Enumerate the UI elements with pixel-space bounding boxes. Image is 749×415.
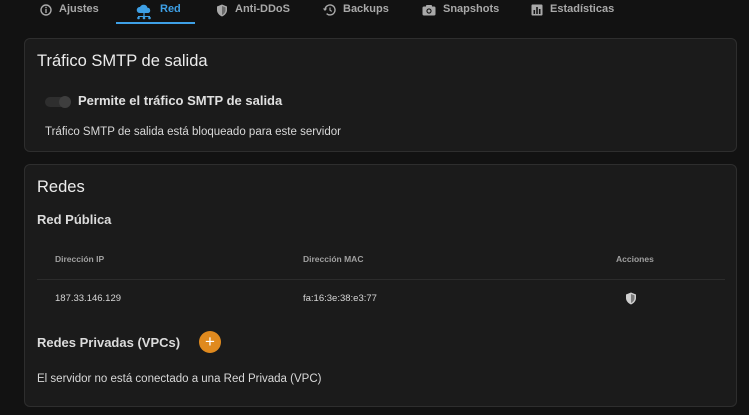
active-tab-indicator <box>116 22 195 24</box>
column-header-mac: Dirección MAC <box>303 254 364 264</box>
shield-icon[interactable] <box>625 292 637 305</box>
vpc-empty-message: El servidor no está conectado a una Red … <box>37 373 322 385</box>
private-network-title: Redes Privadas (VPCs) <box>37 335 181 350</box>
smtp-toggle[interactable] <box>45 96 71 108</box>
smtp-toggle-label: Permite el tráfico SMTP de salida <box>78 93 283 108</box>
redes-card: Redes Red Pública Dirección IP Dirección… <box>24 164 737 407</box>
cloud-network-icon <box>136 4 151 20</box>
history-icon <box>322 4 336 16</box>
bar-chart-icon <box>531 4 543 16</box>
info-icon <box>40 4 52 16</box>
tab-label: Estadísticas <box>550 3 615 15</box>
mac-address: fa:16:3e:38:e3:77 <box>303 293 377 304</box>
smtp-status-text: Tráfico SMTP de salida está bloqueado pa… <box>45 126 341 138</box>
tab-bar: Ajustes Red Anti-DDoS Backups Snapshots … <box>0 0 749 24</box>
column-header-actions: Acciones <box>616 254 654 264</box>
add-vpc-button[interactable]: + <box>199 331 221 353</box>
tab-label: Ajustes <box>59 3 99 15</box>
table-divider <box>37 279 725 280</box>
ip-address: 187.33.146.129 <box>55 293 122 304</box>
tab-label: Snapshots <box>443 3 500 15</box>
tab-label: Red <box>160 3 181 15</box>
tab-ajustes[interactable]: Ajustes <box>40 0 99 24</box>
smtp-title: Tráfico SMTP de salida <box>37 52 208 70</box>
column-header-ip: Dirección IP <box>55 254 105 264</box>
redes-title: Redes <box>37 178 85 196</box>
tab-anti-ddos[interactable]: Anti-DDoS <box>216 0 290 24</box>
tab-red[interactable]: Red <box>135 0 181 24</box>
tab-estadisticas[interactable]: Estadísticas <box>531 0 614 24</box>
camera-icon <box>422 5 436 16</box>
tab-label: Backups <box>343 3 389 15</box>
public-network-title: Red Pública <box>37 212 112 227</box>
tab-snapshots[interactable]: Snapshots <box>422 0 499 24</box>
toggle-knob <box>59 96 71 108</box>
smtp-card: Tráfico SMTP de salida Permite el tráfic… <box>24 38 737 152</box>
tab-backups[interactable]: Backups <box>322 0 389 24</box>
shield-icon <box>217 4 227 17</box>
tab-label: Anti-DDoS <box>235 3 290 15</box>
